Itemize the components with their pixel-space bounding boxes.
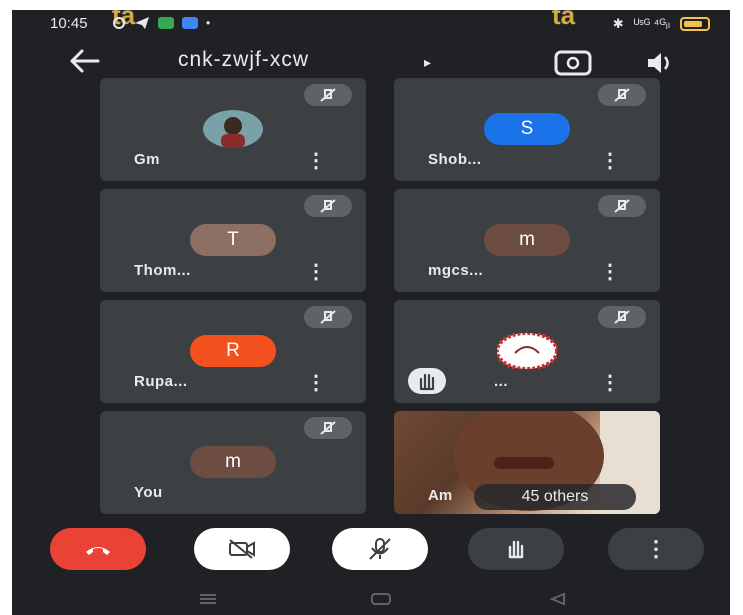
participant-more-icon[interactable]: ⋮	[306, 259, 326, 284]
video-feed-detail	[494, 457, 554, 469]
participant-more-icon[interactable]: ⋮	[600, 148, 620, 173]
back-icon[interactable]	[548, 592, 568, 606]
avatar	[497, 333, 557, 369]
others-count-chip[interactable]: 45 others	[474, 484, 636, 510]
meet-screen: ta ta 10:45 • ✱ ᵁˢᴳ ⁴ᴳᵢₗ cnk-zwjf-xcw ▸	[12, 10, 730, 615]
avatar: R	[190, 335, 276, 367]
participant-more-icon[interactable]: ⋮	[306, 370, 326, 395]
avatar: T	[190, 224, 276, 256]
alarm-icon	[113, 17, 125, 29]
more-options-button[interactable]: ⋮	[608, 528, 704, 570]
participant-name: Am	[428, 487, 453, 504]
participant-more-icon[interactable]: ⋮	[306, 148, 326, 173]
participant-name: ...	[494, 373, 509, 390]
mic-off-icon	[598, 306, 646, 328]
status-system-icons: ✱ ᵁˢᴳ ⁴ᴳᵢₗ	[613, 16, 710, 32]
participant-more-icon[interactable]: ⋮	[600, 259, 620, 284]
more-notifications-dot: •	[206, 16, 211, 30]
participant-name: You	[134, 484, 163, 501]
mic-off-icon	[304, 195, 352, 217]
mic-off-icon	[598, 195, 646, 217]
menu-icon[interactable]	[198, 592, 218, 606]
avatar-initial: m	[519, 229, 535, 250]
system-nav-bar	[12, 584, 730, 615]
mic-off-icon	[598, 84, 646, 106]
participant-tile[interactable]: S Shob... ⋮	[394, 78, 660, 181]
meeting-code[interactable]: cnk-zwjf-xcw	[178, 48, 309, 72]
end-call-button[interactable]	[50, 528, 146, 570]
avatar: S	[484, 113, 570, 145]
app-notification-icon	[182, 17, 198, 29]
avatar-initial: T	[227, 229, 239, 250]
participant-tile[interactable]: m mgcs... ⋮	[394, 189, 660, 292]
call-controls-bar: ⋮	[12, 524, 730, 574]
back-arrow-icon[interactable]	[68, 46, 102, 82]
raise-hand-icon	[508, 540, 524, 559]
camera-off-icon	[229, 539, 255, 559]
participant-tile[interactable]: ... ⋮	[394, 300, 660, 403]
avatar-initial: m	[225, 451, 241, 472]
mic-toggle-button[interactable]	[332, 528, 428, 570]
avatar	[203, 110, 263, 148]
participant-name: Gm	[134, 151, 161, 168]
status-notification-icons: •	[112, 16, 210, 30]
mic-off-icon	[304, 306, 352, 328]
raise-hand-button[interactable]	[468, 528, 564, 570]
signal-icon: ᵁˢᴳ ⁴ᴳᵢₗ	[633, 16, 670, 31]
mic-off-icon	[304, 417, 352, 439]
participant-more-icon[interactable]: ⋮	[600, 370, 620, 395]
mic-off-icon	[369, 538, 391, 560]
avatar: m	[484, 224, 570, 256]
participant-name: mgcs...	[428, 262, 484, 279]
participant-tile[interactable]: R Rupa... ⋮	[100, 300, 366, 403]
bluetooth-icon: ✱	[612, 16, 624, 31]
avatar-initial: S	[520, 118, 534, 139]
participant-tile[interactable]: Gm ⋮	[100, 78, 366, 181]
camera-toggle-button[interactable]	[194, 528, 290, 570]
avatar-initial: R	[226, 340, 240, 361]
battery-icon	[680, 17, 710, 31]
telegram-icon	[135, 17, 149, 29]
raised-hand-icon	[408, 368, 446, 394]
participant-tile[interactable]: T Thom... ⋮	[100, 189, 366, 292]
avatar: m	[190, 446, 276, 478]
participant-name: Thom...	[134, 262, 191, 279]
phone-hangup-icon	[86, 547, 110, 555]
participant-tile-self[interactable]: m You	[100, 411, 366, 514]
status-time: 10:45	[50, 15, 88, 32]
participant-name: Rupa...	[134, 373, 188, 390]
home-icon[interactable]	[370, 592, 392, 606]
app-notification-icon	[158, 17, 174, 29]
participant-name: Shob...	[428, 151, 482, 168]
mic-off-icon	[304, 84, 352, 106]
status-bar: 10:45 • ✱ ᵁˢᴳ ⁴ᴳᵢₗ	[12, 10, 730, 40]
meeting-details-caret-icon[interactable]: ▸	[424, 54, 431, 71]
